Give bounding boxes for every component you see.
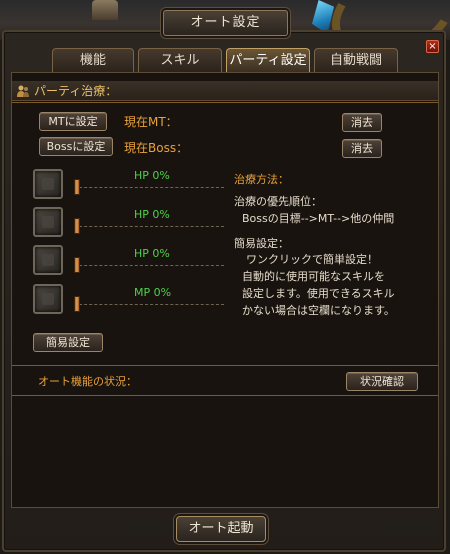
- window-title: オート設定: [163, 10, 288, 36]
- simple-setup-label: 簡易設定：: [234, 237, 289, 250]
- clear-boss-button[interactable]: 消去: [342, 139, 382, 158]
- threshold-slider-handle[interactable]: [74, 257, 80, 273]
- simple-setup-desc-line: 自動的に使用可能なスキルを: [242, 270, 385, 283]
- simple-setup-desc-line: 設定します。使用できるスキル: [242, 287, 395, 300]
- threshold-slider-track: [74, 304, 224, 305]
- slot-threshold-label: HP 0%: [134, 247, 170, 260]
- threshold-slider-handle[interactable]: [74, 179, 80, 195]
- simple-setup-desc-line: ワンクリックで簡単設定！: [246, 253, 378, 266]
- close-icon[interactable]: ×: [426, 40, 439, 53]
- heal-skill-slot[interactable]: [33, 207, 63, 237]
- auto-start-button[interactable]: オート起動: [176, 516, 266, 542]
- party-heal-header: パーティ治療：: [12, 81, 438, 101]
- simple-setup-button[interactable]: 簡易設定: [33, 333, 103, 352]
- tab-party-settings[interactable]: パーティ設定: [226, 48, 310, 72]
- threshold-slider-track: [74, 187, 224, 188]
- section-divider: [12, 365, 438, 366]
- slot-threshold-label: HP 0%: [134, 169, 170, 182]
- threshold-slider-track: [74, 265, 224, 266]
- crystal-decoration: [312, 0, 334, 34]
- statue-decoration: [92, 0, 118, 20]
- current-mt-label: 現在MT：: [124, 115, 178, 129]
- party-settings-panel: パーティ治療： MTに設定 現在MT： 消去 Bossに設定 現在Boss： 消…: [11, 72, 439, 508]
- heal-skill-slot[interactable]: [33, 245, 63, 275]
- slot-threshold-label: MP 0%: [134, 286, 172, 299]
- current-boss-label: 現在Boss：: [124, 141, 189, 155]
- threshold-slider-track: [74, 226, 224, 227]
- section-divider: [12, 102, 438, 103]
- set-mt-button[interactable]: MTに設定: [39, 112, 107, 131]
- threshold-slider-handle[interactable]: [74, 296, 80, 312]
- set-boss-button[interactable]: Bossに設定: [39, 137, 113, 156]
- heal-method-heading: 治療方法：: [234, 173, 289, 186]
- simple-setup-desc-line: かない場合は空欄になります。: [242, 304, 395, 317]
- clear-mt-button[interactable]: 消去: [342, 113, 382, 132]
- heal-skill-slot[interactable]: [33, 169, 63, 199]
- party-heal-title: パーティ治療：: [34, 84, 118, 98]
- tab-functions[interactable]: 機能: [52, 48, 134, 72]
- threshold-slider-handle[interactable]: [74, 218, 80, 234]
- heal-priority-label: 治療の優先順位：: [234, 195, 322, 208]
- section-divider: [12, 395, 438, 396]
- party-icon: [17, 85, 29, 97]
- heal-priority-value: Bossの目標-->MT-->他の仲間: [242, 212, 395, 225]
- tab-skills[interactable]: スキル: [138, 48, 222, 72]
- heal-skill-slot[interactable]: [33, 284, 63, 314]
- auto-status-title: オート機能の状況：: [38, 375, 137, 388]
- slot-threshold-label: HP 0%: [134, 208, 170, 221]
- tab-auto-battle[interactable]: 自動戦闘: [314, 48, 398, 72]
- status-check-button[interactable]: 状況確認: [346, 372, 418, 391]
